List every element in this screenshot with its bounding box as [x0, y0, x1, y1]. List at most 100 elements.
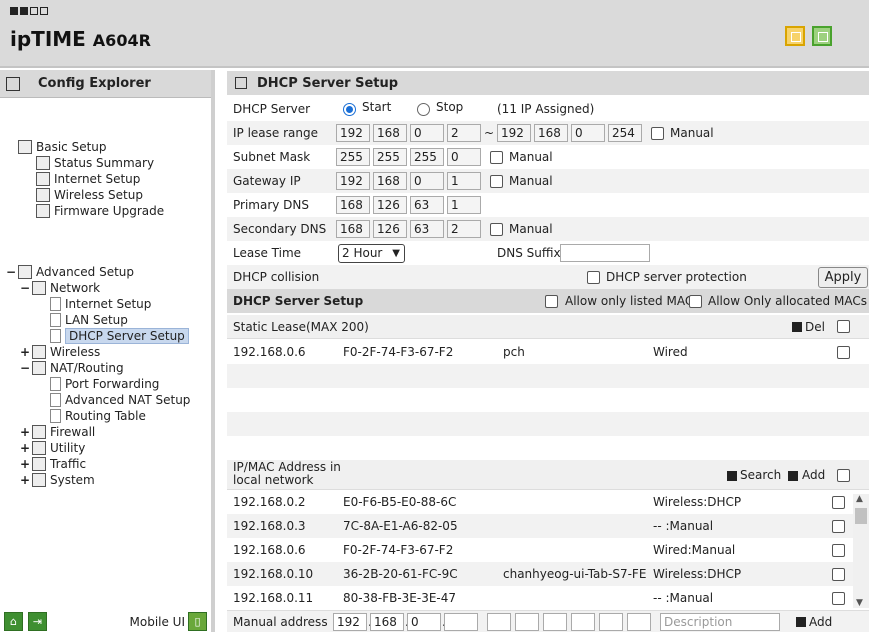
lease-from-octet-1[interactable]: 192 — [336, 124, 370, 142]
table-row[interactable]: 192.168.0.6 F0-2F-74-F3-67-F2 Wired:Manu… — [227, 538, 855, 562]
expand-icon[interactable]: + — [20, 441, 30, 455]
sdns-octet-4[interactable]: 2 — [447, 220, 481, 238]
add-label[interactable]: Add — [802, 468, 825, 482]
tree-advanced-nat-setup[interactable]: Advanced NAT Setup — [50, 392, 190, 408]
manual-mac-5[interactable] — [599, 612, 623, 631]
row-checkbox[interactable] — [832, 496, 845, 509]
mobile-icon[interactable]: ▯ — [188, 612, 207, 631]
collapse-icon[interactable]: − — [6, 265, 16, 279]
lease-from-octet-2[interactable]: 168 — [373, 124, 407, 142]
tree-network[interactable]: − Network — [20, 280, 100, 296]
tree-nat-routing[interactable]: − NAT/Routing — [20, 360, 124, 376]
table-row[interactable]: 192.168.0.6 F0-2F-74-F3-67-F2 pch Wired — [227, 340, 855, 364]
tree-advanced-setup[interactable]: − Advanced Setup — [6, 264, 134, 280]
gateway-manual-checkbox[interactable] — [490, 174, 503, 188]
ipmac-scrollbar[interactable]: ▲ ▼ — [853, 494, 869, 608]
manual-octet-2[interactable]: 168 — [370, 612, 404, 631]
add-icon[interactable] — [788, 471, 798, 481]
manual-mac-4[interactable] — [571, 612, 595, 631]
table-row[interactable]: 192.168.0.3 7C-8A-E1-A6-82-05 -- :Manual — [227, 514, 855, 538]
table-row[interactable]: 192.168.0.2 E0-F6-B5-E0-88-6C Wireless:D… — [227, 490, 855, 514]
manual-mac-2[interactable] — [515, 612, 539, 631]
apply-button[interactable]: Apply — [818, 267, 868, 288]
subnet-octet-4[interactable]: 0 — [447, 148, 481, 166]
stop-label[interactable]: Stop — [436, 100, 463, 114]
manual-mac-3[interactable] — [543, 612, 567, 631]
tree-status-summary[interactable]: Status Summary — [36, 155, 154, 171]
pdns-octet-2[interactable]: 126 — [373, 196, 407, 214]
subnet-octet-2[interactable]: 255 — [373, 148, 407, 166]
manual-mac-1[interactable] — [487, 612, 511, 631]
manual-octet-3[interactable]: 0 — [407, 612, 441, 631]
allow-listed-checkbox[interactable] — [545, 294, 558, 308]
add-icon[interactable] — [796, 617, 806, 627]
tree-dhcp-server-setup[interactable]: DHCP Server Setup — [50, 328, 189, 344]
allow-allocated-checkbox[interactable] — [689, 294, 702, 308]
exit-icon[interactable]: ⇥ — [28, 612, 47, 631]
row-checkbox[interactable] — [837, 346, 850, 359]
stop-radio[interactable] — [417, 102, 430, 116]
tree-port-forwarding[interactable]: Port Forwarding — [50, 376, 159, 392]
manual-octet-4[interactable] — [444, 612, 478, 631]
lease-from-octet-3[interactable]: 0 — [410, 124, 444, 142]
ipmac-select-all-checkbox[interactable] — [837, 469, 850, 482]
delete-icon[interactable] — [792, 322, 802, 332]
row-checkbox[interactable] — [832, 568, 845, 581]
lease-from-octet-4[interactable]: 2 — [447, 124, 481, 142]
subnet-manual-checkbox[interactable] — [490, 150, 503, 164]
tree-routing-table[interactable]: Routing Table — [50, 408, 146, 424]
pdns-octet-3[interactable]: 63 — [410, 196, 444, 214]
sdns-manual-checkbox[interactable] — [490, 222, 503, 236]
tree-internet-setup[interactable]: Internet Setup — [36, 171, 140, 187]
tree-utility[interactable]: + Utility — [20, 440, 85, 456]
tree-firewall[interactable]: + Firewall — [20, 424, 95, 440]
start-radio[interactable] — [343, 102, 356, 116]
tree-wireless[interactable]: + Wireless — [20, 344, 100, 360]
mobile-ui-label[interactable]: Mobile UI — [130, 615, 186, 629]
subnet-octet-3[interactable]: 255 — [410, 148, 444, 166]
gateway-octet-2[interactable]: 168 — [373, 172, 407, 190]
expand-icon[interactable]: + — [20, 457, 30, 471]
table-row[interactable]: 192.168.0.10 36-2B-20-61-FC-9C chanhyeog… — [227, 562, 855, 586]
home-icon[interactable]: ⌂ — [4, 612, 23, 631]
row-checkbox[interactable] — [832, 520, 845, 533]
row-checkbox[interactable] — [832, 592, 845, 605]
gateway-octet-4[interactable]: 1 — [447, 172, 481, 190]
collapse-icon[interactable]: − — [20, 361, 30, 375]
scroll-up-icon[interactable]: ▲ — [856, 494, 863, 504]
description-input[interactable]: Description — [660, 612, 780, 631]
row-checkbox[interactable] — [832, 544, 845, 557]
manual-add-label[interactable]: Add — [809, 615, 832, 629]
tree-basic-setup[interactable]: Basic Setup — [18, 139, 107, 155]
lease-to-octet-2[interactable]: 168 — [534, 124, 568, 142]
tree-wireless-setup[interactable]: Wireless Setup — [36, 187, 143, 203]
static-select-all-checkbox[interactable] — [837, 320, 850, 333]
lease-time-select[interactable]: 2 Hour ▼ — [338, 243, 405, 263]
scroll-down-icon[interactable]: ▼ — [856, 598, 863, 608]
manual-octet-1[interactable]: 192 — [333, 612, 367, 631]
pdns-octet-1[interactable]: 168 — [336, 196, 370, 214]
tree-traffic[interactable]: + Traffic — [20, 456, 86, 472]
expand-icon[interactable]: + — [20, 345, 30, 359]
tree-internet-setup-2[interactable]: Internet Setup — [50, 296, 151, 312]
pdns-octet-4[interactable]: 1 — [447, 196, 481, 214]
start-label[interactable]: Start — [362, 100, 391, 114]
gateway-octet-3[interactable]: 0 — [410, 172, 444, 190]
save-icon[interactable] — [812, 26, 832, 46]
scroll-thumb[interactable] — [855, 508, 867, 524]
protection-checkbox[interactable] — [587, 270, 600, 284]
expand-icon[interactable]: + — [20, 425, 30, 439]
sdns-octet-3[interactable]: 63 — [410, 220, 444, 238]
subnet-octet-1[interactable]: 255 — [336, 148, 370, 166]
lease-manual-checkbox[interactable] — [651, 126, 664, 140]
tree-system[interactable]: + System — [20, 472, 95, 488]
lease-to-octet-1[interactable]: 192 — [497, 124, 531, 142]
expand-icon[interactable]: + — [20, 473, 30, 487]
tree-lan-setup[interactable]: LAN Setup — [50, 312, 128, 328]
search-icon[interactable] — [727, 471, 737, 481]
tree-firmware-upgrade[interactable]: Firmware Upgrade — [36, 203, 164, 219]
sdns-octet-2[interactable]: 126 — [373, 220, 407, 238]
lease-to-octet-4[interactable]: 254 — [608, 124, 642, 142]
table-row[interactable]: 192.168.0.11 80-38-FB-3E-3E-47 -- :Manua… — [227, 586, 855, 610]
sdns-octet-1[interactable]: 168 — [336, 220, 370, 238]
